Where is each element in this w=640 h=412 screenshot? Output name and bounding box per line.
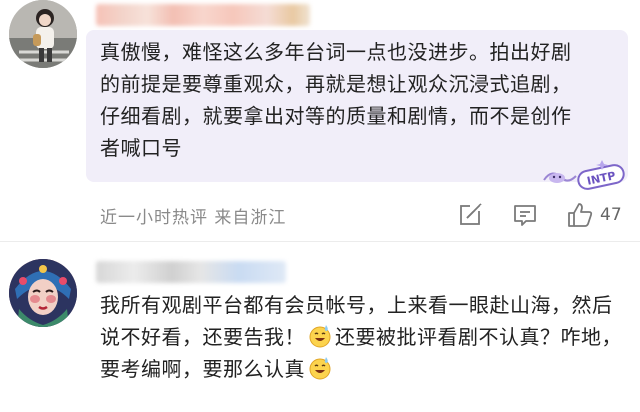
sweat-smile-emoji-icon — [309, 357, 331, 380]
avatar[interactable] — [9, 259, 77, 327]
username-blurred[interactable] — [96, 4, 310, 26]
comment-icon — [514, 205, 536, 226]
intp-sticker-icon: INTP — [543, 160, 625, 190]
edit-button[interactable] — [458, 201, 484, 229]
comment-item: 我所有观剧平台都有会员帐号，上来看一眼赴山海，然后说不好看，还要告我！ 还要被批… — [0, 244, 640, 412]
reply-button[interactable] — [512, 201, 538, 229]
like-count: 47 — [600, 205, 622, 225]
edit-share-icon — [460, 203, 482, 225]
avatar-image — [9, 0, 77, 68]
comment-item: 真傲慢，难怪这么多年台词一点也没进步。拍出好剧的前提是要尊重观众，再就是想让观众… — [0, 0, 640, 244]
avatar[interactable] — [9, 0, 77, 68]
avatar-image — [9, 259, 77, 327]
username-blurred[interactable] — [96, 261, 286, 283]
comment-meta: 近一小时热评 来自浙江 — [100, 208, 287, 228]
divider — [0, 241, 640, 242]
thumbs-up-icon — [568, 203, 593, 227]
comment-text: 真傲慢，难怪这么多年台词一点也没进步。拍出好剧的前提是要尊重观众，再就是想让观众… — [100, 40, 572, 160]
like-button[interactable]: 47 — [566, 201, 622, 229]
sweat-smile-emoji-icon — [309, 325, 331, 348]
comment-text: 我所有观剧平台都有会员帐号，上来看一眼赴山海，然后说不好看，还要告我！ 还要被批… — [100, 289, 628, 385]
